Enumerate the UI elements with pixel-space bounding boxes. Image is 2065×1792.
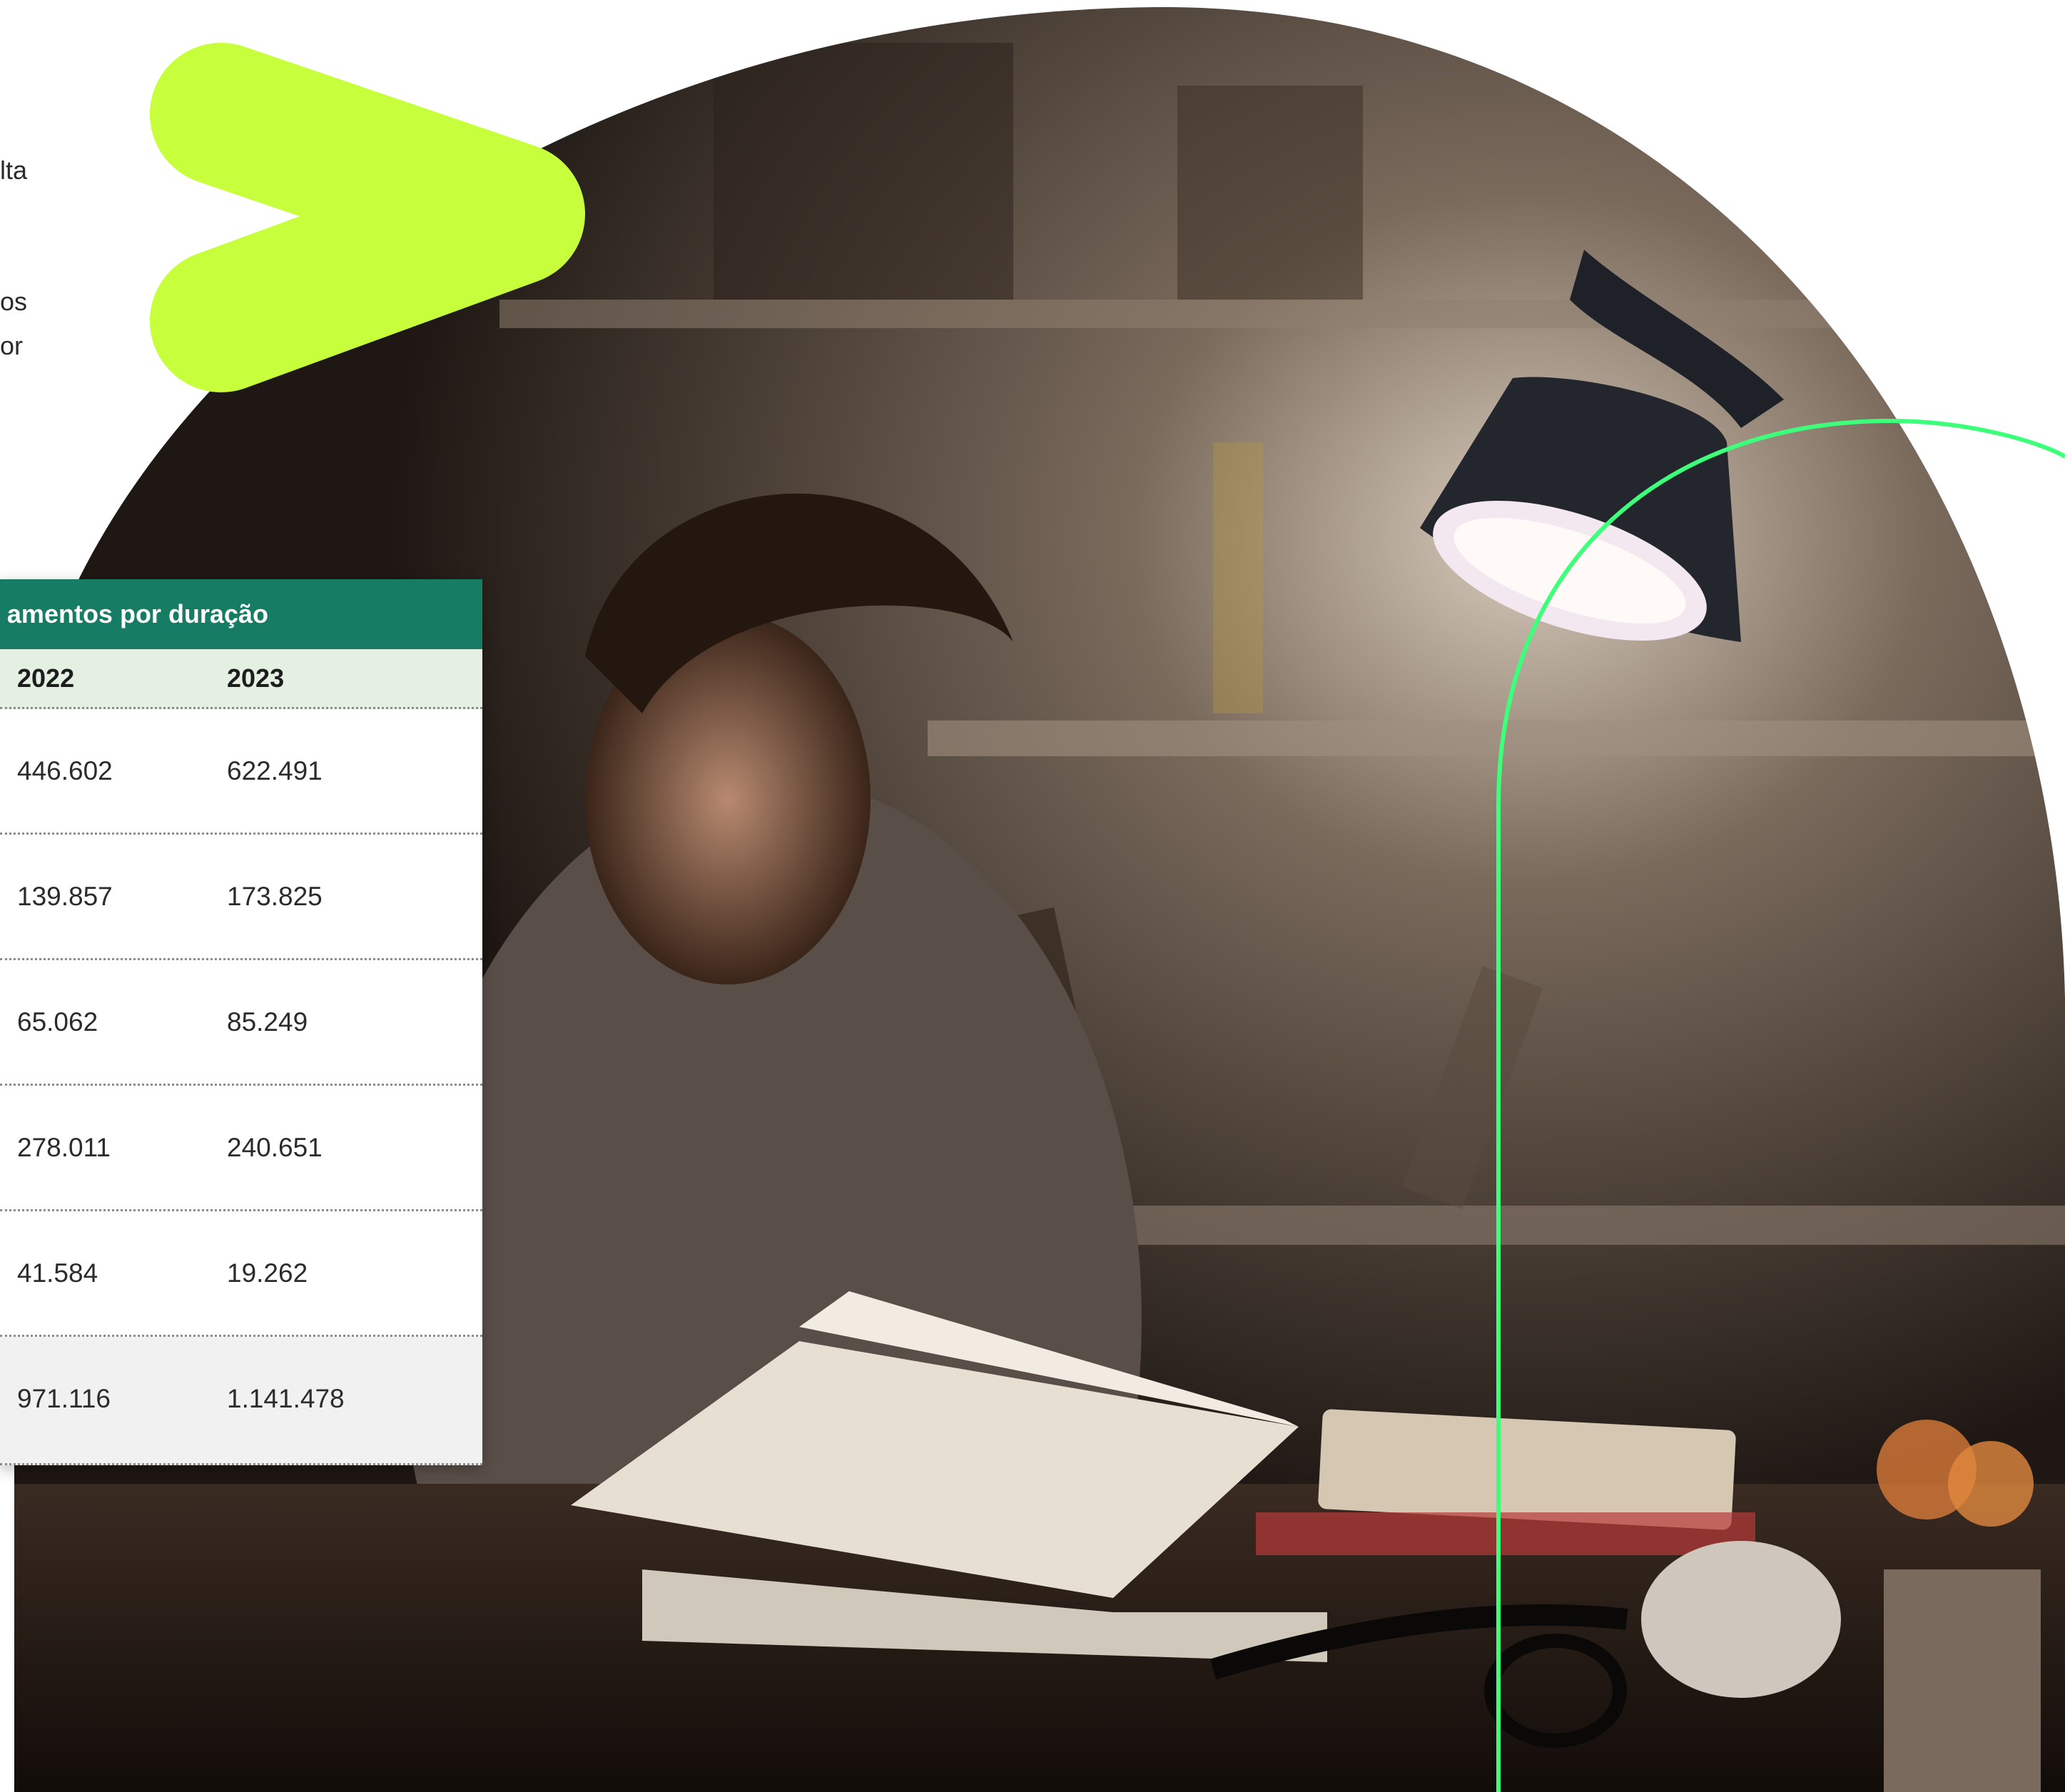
table-row: 65.062 85.249 xyxy=(0,960,482,1086)
table-row: 41.584 19.262 xyxy=(0,1211,482,1337)
cell-2022: 139.857 xyxy=(17,882,113,911)
table-row: 139.857 173.825 xyxy=(0,835,482,960)
table-header-row: 2022 2023 xyxy=(0,649,482,709)
cell-2022: 446.602 xyxy=(17,756,113,785)
cell-2023: 173.825 xyxy=(227,882,323,911)
cell-2023: 19.262 xyxy=(227,1258,308,1288)
total-2022: 971.116 xyxy=(17,1384,111,1413)
column-header-2022: 2022 xyxy=(17,663,75,693)
chevron-icon xyxy=(150,43,585,392)
cell-2023: 622.491 xyxy=(227,756,323,785)
cell-2022: 41.584 xyxy=(17,1258,98,1288)
cell-2023: 240.651 xyxy=(227,1133,323,1162)
cell-2022: 278.011 xyxy=(17,1133,111,1162)
total-2023: 1.141.478 xyxy=(227,1384,345,1413)
table-total-row: 971.116 1.141.478 xyxy=(0,1337,482,1465)
table-row: 278.011 240.651 xyxy=(0,1086,482,1211)
body-text-fragment-1: lta xyxy=(0,156,28,185)
table-row: 446.602 622.491 xyxy=(0,709,482,835)
cell-2023: 85.249 xyxy=(227,1007,308,1037)
enrollment-table: amentos por duração 2022 2023 446.602 62… xyxy=(0,579,482,1465)
cell-2022: 65.062 xyxy=(17,1007,98,1037)
column-header-2023: 2023 xyxy=(227,663,285,693)
body-text-fragment-2: os or xyxy=(0,287,28,360)
table-title: amentos por duração xyxy=(0,579,482,649)
